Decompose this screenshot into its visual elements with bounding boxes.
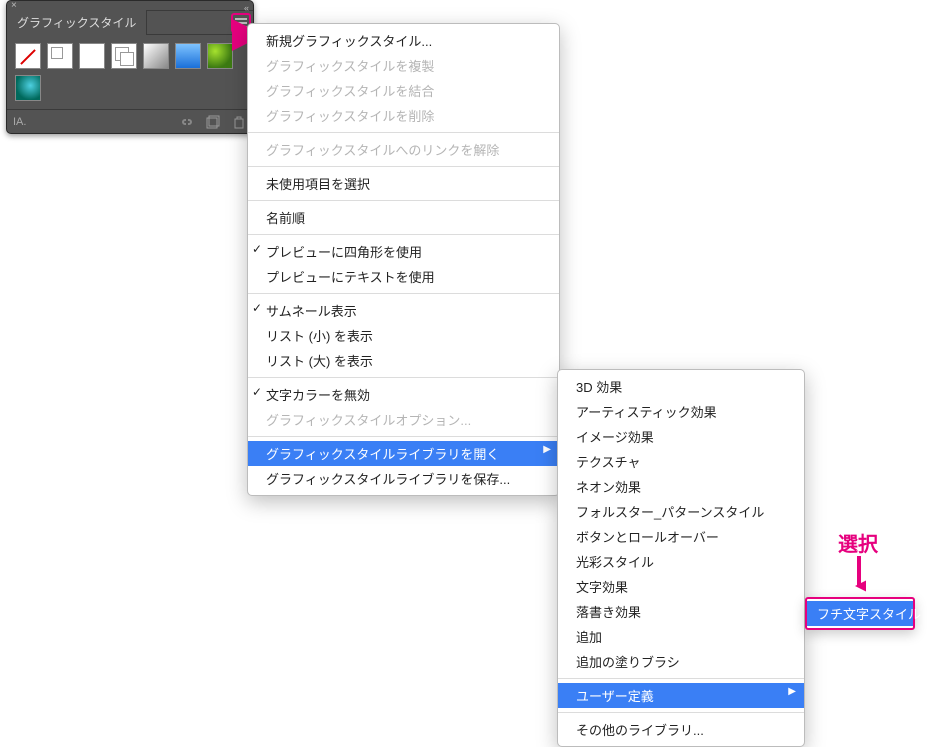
panel-flyout-menu: 新規グラフィックスタイル...グラフィックスタイルを複製グラフィックスタイルを結… <box>247 23 560 496</box>
menu-item[interactable]: グラフィックスタイルライブラリを開く <box>248 441 559 466</box>
menu-item[interactable]: プレビューに四角形を使用 <box>248 239 559 264</box>
menu-item: グラフィックスタイルを結合 <box>248 78 559 103</box>
menu-item[interactable]: 新規グラフィックスタイル... <box>248 28 559 53</box>
menu-separator <box>248 293 559 294</box>
graphic-styles-panel: × « グラフィックスタイル IA. <box>6 0 254 134</box>
menu-separator <box>558 678 804 679</box>
menu-item[interactable]: リスト (小) を表示 <box>248 323 559 348</box>
new-style-icon[interactable] <box>205 114 221 130</box>
style-thumb-5[interactable] <box>175 43 201 69</box>
submenu-item[interactable]: フォルスター_パターンスタイル <box>558 499 804 524</box>
menu-separator <box>248 377 559 378</box>
annotation-select-label: 選択 <box>838 528 878 557</box>
footer-label: IA. <box>13 116 26 128</box>
menu-item[interactable]: 名前順 <box>248 205 559 230</box>
menu-item: グラフィックスタイルへのリンクを解除 <box>248 137 559 162</box>
submenu-item[interactable]: イメージ効果 <box>558 424 804 449</box>
menu-separator <box>558 712 804 713</box>
submenu-item[interactable]: 追加 <box>558 624 804 649</box>
style-thumb-6[interactable] <box>207 43 233 69</box>
submenu-item[interactable]: その他のライブラリ... <box>558 717 804 742</box>
library-submenu: 3D 効果アーティスティック効果イメージ効果テクスチャネオン効果フォルスター_パ… <box>557 369 805 747</box>
submenu-item[interactable]: アーティスティック効果 <box>558 399 804 424</box>
style-thumb-3[interactable] <box>111 43 137 69</box>
panel-tabbar: グラフィックスタイル <box>7 11 253 35</box>
trash-icon[interactable] <box>231 114 247 130</box>
chain-break-icon[interactable] <box>179 114 195 130</box>
menu-item[interactable]: グラフィックスタイルライブラリを保存... <box>248 466 559 491</box>
menu-separator <box>248 166 559 167</box>
menu-separator <box>248 132 559 133</box>
menu-item[interactable]: サムネール表示 <box>248 298 559 323</box>
style-thumb-4[interactable] <box>143 43 169 69</box>
tertiary-item-selected[interactable]: フチ文字スタイル <box>807 601 913 626</box>
style-thumb-0[interactable] <box>15 43 41 69</box>
submenu-item[interactable]: テクスチャ <box>558 449 804 474</box>
submenu-item[interactable]: ネオン効果 <box>558 474 804 499</box>
menu-item: グラフィックスタイルオプション... <box>248 407 559 432</box>
menu-item[interactable]: 未使用項目を選択 <box>248 171 559 196</box>
menu-item: グラフィックスタイルを複製 <box>248 53 559 78</box>
panel-body <box>7 35 253 109</box>
submenu-item[interactable]: ボタンとロールオーバー <box>558 524 804 549</box>
user-defined-submenu: フチ文字スタイル <box>805 597 915 630</box>
submenu-item[interactable]: 追加の塗りブラシ <box>558 649 804 674</box>
menu-separator <box>248 200 559 201</box>
style-thumb-2[interactable] <box>79 43 105 69</box>
menu-item[interactable]: リスト (大) を表示 <box>248 348 559 373</box>
menu-item[interactable]: 文字カラーを無効 <box>248 382 559 407</box>
menu-item[interactable]: プレビューにテキストを使用 <box>248 264 559 289</box>
submenu-item[interactable]: 落書き効果 <box>558 599 804 624</box>
annotation-arrow-select <box>852 554 866 594</box>
menu-item: グラフィックスタイルを削除 <box>248 103 559 128</box>
panel-footer: IA. <box>7 109 253 133</box>
submenu-item[interactable]: 光彩スタイル <box>558 549 804 574</box>
submenu-item[interactable]: ユーザー定義 <box>558 683 804 708</box>
submenu-item[interactable]: 3D 効果 <box>558 374 804 399</box>
panel-tab-graphicstyles[interactable]: グラフィックスタイル <box>7 10 147 35</box>
menu-separator <box>248 234 559 235</box>
menu-separator <box>248 436 559 437</box>
submenu-item[interactable]: 文字効果 <box>558 574 804 599</box>
style-thumb-1[interactable] <box>47 43 73 69</box>
style-thumb-7[interactable] <box>15 75 41 101</box>
